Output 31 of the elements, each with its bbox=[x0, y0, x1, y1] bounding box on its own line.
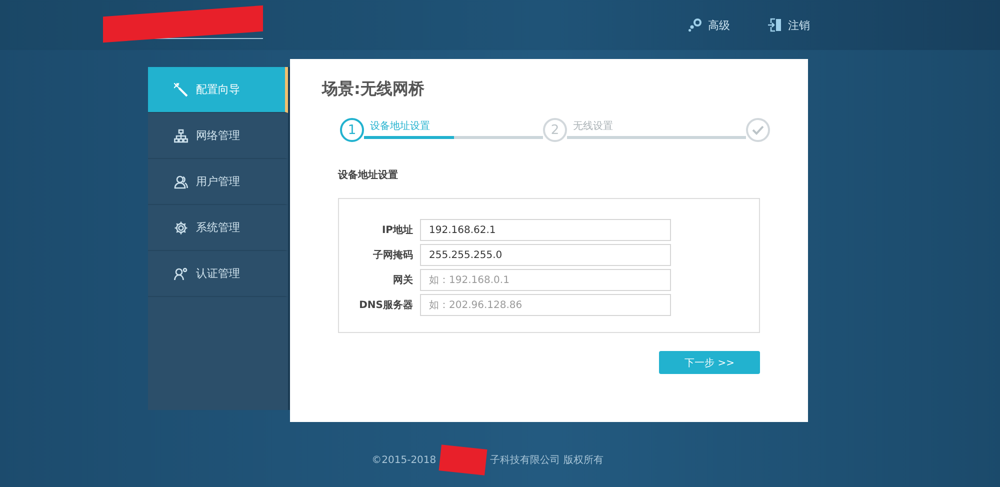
field-label: 子网掩码 bbox=[372, 248, 413, 262]
field-label: DNS服务器 bbox=[358, 298, 413, 312]
header-link[interactable]: 高级 bbox=[688, 18, 730, 32]
header-link[interactable]: 注销 bbox=[768, 18, 810, 32]
users-icon bbox=[174, 174, 188, 188]
copyright-text: 子科技有限公司 版权所有 bbox=[490, 454, 604, 467]
field-label: IP地址 bbox=[380, 224, 413, 237]
sidebar-item[interactable]: 用户管理 bbox=[148, 159, 288, 205]
input-field[interactable]: 如：192.168.0.1 bbox=[420, 269, 671, 291]
step-label: 无线设置 bbox=[573, 120, 613, 133]
step-number: 1 bbox=[340, 118, 364, 142]
redaction-mark bbox=[438, 444, 488, 476]
input-field[interactable]: 如：202.96.128.86 bbox=[420, 294, 671, 316]
step-check-icon bbox=[746, 118, 770, 142]
sidebar-item[interactable]: 系统管理 bbox=[148, 205, 288, 251]
logout-icon bbox=[768, 18, 782, 32]
field-label: 网关 bbox=[392, 274, 413, 287]
network-icon bbox=[174, 128, 188, 142]
step-number: 2 bbox=[543, 118, 567, 142]
user-check-icon bbox=[174, 266, 188, 280]
sidebar-item[interactable]: 网络管理 bbox=[148, 113, 288, 159]
input-field[interactable]: 192.168.62.1 bbox=[420, 219, 671, 241]
sidebar-item[interactable]: 认证管理 bbox=[148, 251, 288, 297]
copyright-text: ©2015-2018 bbox=[372, 454, 436, 466]
settings-icon bbox=[688, 18, 702, 32]
step-label: 设备地址设置 bbox=[370, 120, 430, 133]
input-field[interactable]: 255.255.255.0 bbox=[420, 244, 671, 266]
gear-icon bbox=[174, 220, 188, 234]
page-title: 场景:无线网桥 bbox=[322, 79, 426, 100]
section-title: 设备地址设置 bbox=[338, 168, 399, 182]
magic-wand-icon bbox=[174, 82, 188, 96]
